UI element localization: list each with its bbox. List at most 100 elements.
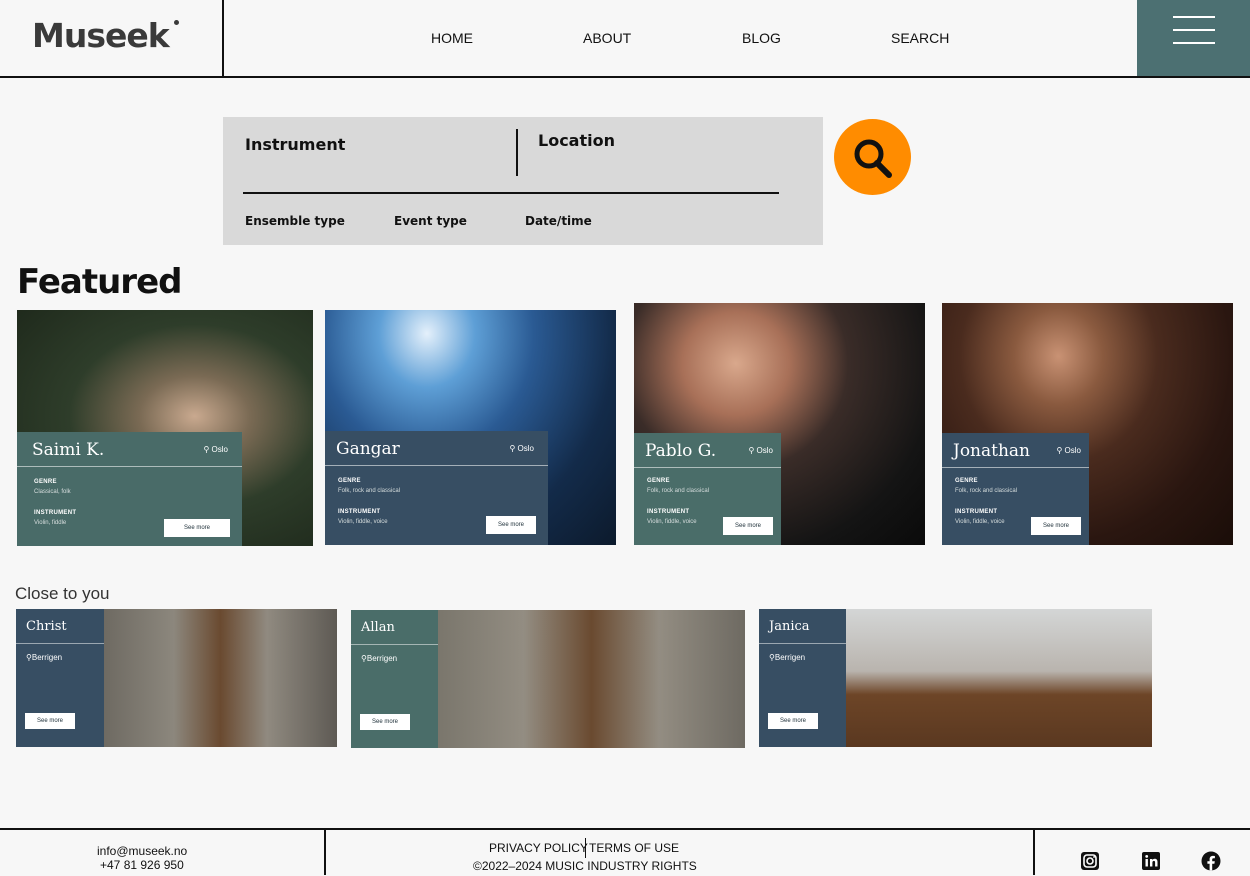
card-info: Christ ⚲Berrigen See more: [16, 609, 104, 747]
location-text: Oslo: [517, 444, 534, 453]
facebook-link[interactable]: [1201, 851, 1221, 871]
card-divider: [325, 465, 548, 466]
pin-icon: ⚲: [509, 444, 516, 453]
location-text: Oslo: [1064, 446, 1081, 455]
location-field[interactable]: Location: [538, 131, 615, 150]
see-more-button[interactable]: See more: [723, 517, 773, 535]
instrument-value: Violin, fiddle, voice: [647, 519, 697, 525]
see-more-button[interactable]: See more: [164, 519, 230, 537]
musician-photo: [438, 610, 745, 748]
nav-about[interactable]: ABOUT: [583, 30, 631, 46]
location: ⚲ Oslo: [1056, 446, 1081, 455]
ensemble-type-filter[interactable]: Ensemble type: [245, 214, 345, 228]
genre-label: GENRE: [34, 479, 57, 485]
nav-search[interactable]: SEARCH: [891, 30, 949, 46]
card-info: Jonathan ⚲ Oslo GENRE Folk, rock and cla…: [942, 433, 1089, 545]
logo-dot: [174, 20, 179, 25]
musician-photo: [846, 609, 1152, 747]
see-more-button[interactable]: See more: [768, 713, 818, 729]
location: ⚲Berrigen: [26, 653, 62, 662]
search-button[interactable]: [834, 119, 911, 195]
musician-name: Pablo G.: [645, 441, 717, 461]
search-icon: [854, 139, 892, 178]
linkedin-icon: [1142, 852, 1160, 870]
card-info: Gangar ⚲ Oslo GENRE Folk, rock and class…: [325, 431, 548, 545]
instagram-link[interactable]: [1080, 851, 1100, 871]
see-more-button[interactable]: See more: [360, 714, 410, 730]
site-header: Museek HOME ABOUT BLOG SEARCH: [0, 0, 1250, 78]
logo-area: Museek: [0, 0, 224, 76]
linkedin-link[interactable]: [1141, 851, 1161, 871]
privacy-policy-link[interactable]: PRIVACY POLICY: [489, 841, 588, 855]
footer-contact: info@museek.no +47 81 926 950: [0, 830, 326, 875]
location: ⚲Berrigen: [361, 654, 397, 663]
instrument-value: Violin, fiddle: [34, 520, 67, 526]
see-more-button[interactable]: See more: [1031, 517, 1081, 535]
instrument-value: Violin, fiddle, voice: [955, 519, 1005, 525]
field-divider: [516, 129, 518, 176]
copyright: ©2022–2024 MUSIC INDUSTRY RIGHTS: [473, 859, 697, 873]
card-divider: [17, 466, 242, 467]
card-divider: [942, 467, 1089, 468]
genre-label: GENRE: [647, 478, 670, 484]
date-time-filter[interactable]: Date/time: [525, 214, 592, 228]
location-text: Oslo: [756, 446, 773, 455]
genre-value: Folk, rock and classical: [338, 488, 401, 494]
card-divider: [634, 467, 781, 468]
event-type-filter[interactable]: Event type: [394, 214, 467, 228]
site-footer: info@museek.no +47 81 926 950 PRIVACY PO…: [0, 828, 1250, 875]
instrument-field[interactable]: Instrument: [245, 135, 345, 154]
location-text: Berrigen: [366, 654, 398, 663]
featured-heading: Featured: [17, 262, 182, 302]
footer-link-divider: [585, 838, 586, 858]
see-more-button[interactable]: See more: [486, 516, 536, 534]
card-divider: [351, 644, 438, 645]
nearby-card[interactable]: Allan ⚲Berrigen See more: [351, 610, 745, 748]
footer-email[interactable]: info@museek.no: [97, 844, 187, 858]
card-info: Saimi K. ⚲ Oslo GENRE Classical, folk IN…: [17, 432, 242, 546]
see-more-button[interactable]: See more: [25, 713, 75, 729]
location-text: Berrigen: [31, 653, 63, 662]
location: ⚲ Oslo: [509, 444, 534, 453]
genre-value: Folk, rock and classical: [955, 488, 1018, 494]
featured-card[interactable]: Saimi K. ⚲ Oslo GENRE Classical, folk IN…: [17, 310, 313, 546]
card-info: Pablo G. ⚲ Oslo GENRE Folk, rock and cla…: [634, 433, 781, 545]
musician-name: Jonathan: [953, 441, 1030, 461]
facebook-icon: [1201, 851, 1221, 871]
location: ⚲Berrigen: [769, 653, 805, 662]
nav-home[interactable]: HOME: [431, 30, 473, 46]
featured-card[interactable]: Pablo G. ⚲ Oslo GENRE Folk, rock and cla…: [634, 303, 925, 545]
instrument-label: INSTRUMENT: [955, 509, 998, 515]
pin-icon: ⚲: [203, 445, 210, 454]
menu-button[interactable]: [1137, 0, 1250, 76]
card-info: Janica ⚲Berrigen See more: [759, 609, 846, 747]
genre-value: Folk, rock and classical: [647, 488, 710, 494]
close-to-you-heading: Close to you: [15, 584, 110, 603]
genre-label: GENRE: [338, 478, 361, 484]
featured-card[interactable]: Gangar ⚲ Oslo GENRE Folk, rock and class…: [325, 310, 616, 545]
search-underline: [243, 192, 779, 194]
featured-card[interactable]: Jonathan ⚲ Oslo GENRE Folk, rock and cla…: [942, 303, 1233, 545]
location-text: Oslo: [211, 445, 228, 454]
musician-name: Allan: [361, 620, 395, 635]
location: ⚲ Oslo: [203, 445, 228, 454]
musician-photo: [104, 609, 337, 747]
card-divider: [759, 643, 846, 644]
footer-phone[interactable]: +47 81 926 950: [100, 858, 184, 872]
musician-name: Saimi K.: [32, 440, 105, 460]
search-panel: Instrument Location Ensemble type Event …: [223, 117, 823, 245]
pin-icon: ⚲: [748, 446, 755, 455]
instrument-label: INSTRUMENT: [338, 509, 381, 515]
location-text: Berrigen: [774, 653, 806, 662]
card-divider: [16, 643, 104, 644]
nav-blog[interactable]: BLOG: [742, 30, 781, 46]
nearby-card[interactable]: Janica ⚲Berrigen See more: [759, 609, 1152, 747]
genre-value: Classical, folk: [34, 489, 71, 495]
logo[interactable]: Museek: [32, 16, 170, 55]
terms-of-use-link[interactable]: TERMS OF USE: [589, 841, 679, 855]
instagram-icon: [1081, 852, 1099, 870]
nearby-card[interactable]: Christ ⚲Berrigen See more: [16, 609, 337, 747]
instrument-label: INSTRUMENT: [34, 510, 77, 516]
card-info: Allan ⚲Berrigen See more: [351, 610, 438, 748]
instrument-value: Violin, fiddle, voice: [338, 519, 388, 525]
